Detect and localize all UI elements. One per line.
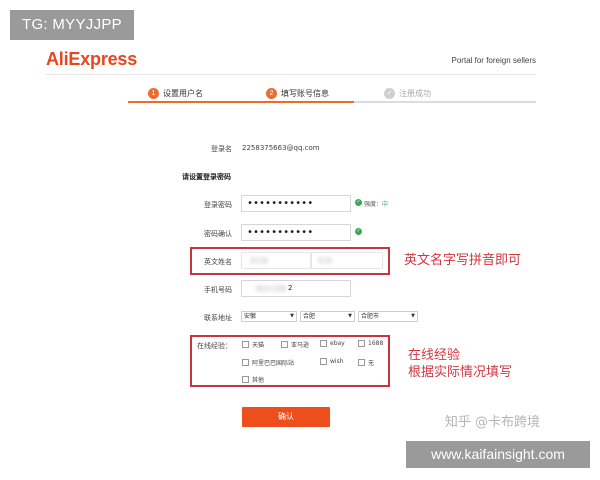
phone-label: 手机号码: [204, 286, 232, 294]
experience-option-other[interactable]: 其他: [242, 375, 264, 384]
step-set-username: 1 设置用户名: [148, 86, 203, 100]
experience-option-wish[interactable]: wish: [320, 358, 344, 365]
option-label: ebay: [330, 340, 345, 347]
login-name-label: 登录名: [211, 145, 232, 153]
experience-option-none[interactable]: 无: [358, 358, 374, 367]
check-icon: ✓: [384, 87, 395, 99]
english-name-annotation: 英文名字写拼音即可: [404, 253, 522, 268]
experience-option-alibaba[interactable]: 阿里巴巴国际站: [242, 358, 294, 367]
option-label: 亚马逊: [291, 342, 310, 349]
blurred-phone-number: [256, 285, 286, 292]
phone-suffix: 2: [288, 284, 293, 292]
experience-option-tmall[interactable]: 天猫: [242, 340, 264, 349]
login-name-value: 2258375663@qq.com: [242, 144, 320, 152]
experience-label: 在线经验：: [197, 342, 232, 350]
province-select[interactable]: 安徽 ▼: [241, 311, 297, 322]
step-registration-success: ✓ 注册成功: [384, 86, 431, 100]
password-strength: 强度：中: [364, 199, 388, 208]
checkbox-icon: [358, 359, 365, 366]
step-number: 1: [148, 87, 159, 99]
province-value: 安徽: [244, 313, 257, 320]
checkbox-icon: [320, 340, 327, 347]
tg-badge: TG: MYYJJPP: [10, 10, 134, 40]
checkbox-icon: [358, 340, 365, 347]
strength-label: 强度：: [364, 201, 383, 208]
checkbox-icon: [242, 376, 249, 383]
district-value: 合肥市: [361, 313, 380, 320]
confirm-password-input[interactable]: •••••••••••: [241, 224, 351, 241]
experience-option-amazon[interactable]: 亚马逊: [281, 340, 309, 349]
option-label: wish: [330, 358, 344, 365]
check-icon: ✓: [355, 199, 362, 206]
step-label: 填写账号信息: [281, 88, 329, 98]
checkbox-icon: [242, 341, 249, 348]
city-select[interactable]: 合肥 ▼: [300, 311, 355, 322]
experience-annotation-note: 根据实际情况填写: [408, 365, 513, 380]
confirm-button[interactable]: 确认: [242, 407, 330, 427]
chevron-down-icon: ▼: [411, 313, 415, 319]
option-label: 其他: [252, 377, 265, 384]
confirm-password-label: 密码确认: [204, 230, 232, 238]
option-label: 阿里巴巴国际站: [252, 360, 295, 367]
option-label: 无: [368, 360, 375, 367]
city-value: 合肥: [303, 313, 316, 320]
chevron-down-icon: ▼: [348, 313, 352, 319]
zhihu-watermark: 知乎 @卡布跨境: [444, 415, 540, 430]
step-label: 注册成功: [399, 88, 431, 98]
password-input[interactable]: •••••••••••: [241, 195, 351, 212]
chevron-down-icon: ▼: [290, 313, 294, 319]
blurred-first-name: [250, 257, 268, 264]
option-label: 天猫: [252, 342, 265, 349]
english-name-label: 英文姓名: [204, 258, 232, 266]
check-icon: ✓: [355, 228, 362, 235]
phone-input[interactable]: 2: [241, 280, 351, 297]
checkbox-icon: [242, 359, 249, 366]
experience-option-1688[interactable]: 1688: [358, 340, 383, 347]
step-number: 2: [266, 87, 277, 99]
experience-option-ebay[interactable]: ebay: [320, 340, 345, 347]
step-fill-account-info: 2 填写账号信息: [266, 86, 329, 100]
aliexpress-logo[interactable]: AliExpress: [46, 49, 137, 70]
district-select[interactable]: 合肥市 ▼: [358, 311, 418, 322]
address-label: 联系地址: [204, 314, 232, 322]
header-divider: [46, 74, 536, 75]
progress-fill: [128, 101, 354, 103]
password-section-title: 请设置登录密码: [182, 173, 231, 181]
blurred-last-name: [318, 257, 332, 264]
password-label: 登录密码: [204, 201, 232, 209]
strength-value: 中: [382, 201, 389, 208]
portal-text: Portal for foreign sellers: [451, 56, 536, 65]
checkbox-icon: [320, 358, 327, 365]
site-badge: www.kaifainsight.com: [406, 441, 590, 468]
option-label: 1688: [368, 340, 384, 347]
checkbox-icon: [281, 341, 288, 348]
step-label: 设置用户名: [163, 88, 203, 98]
